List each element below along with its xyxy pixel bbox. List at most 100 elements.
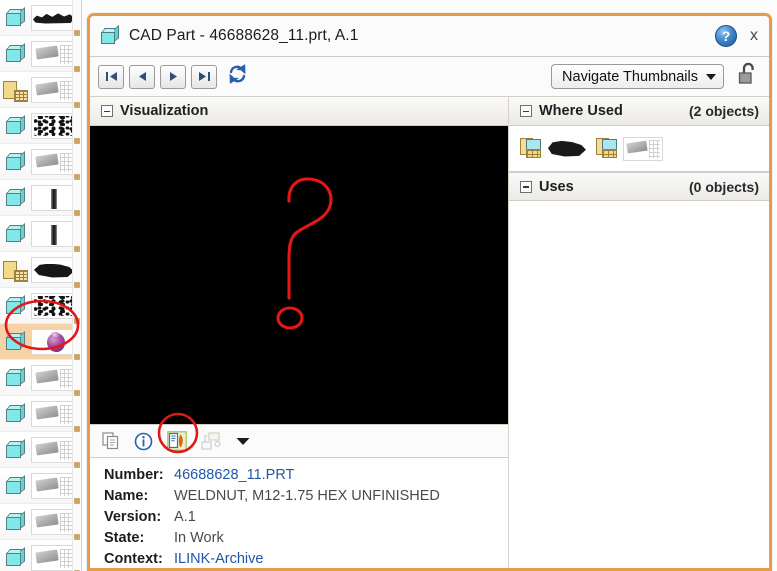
visualization-actions-toolbar	[90, 424, 508, 458]
navigate-thumbnails-select[interactable]: Navigate Thumbnails	[551, 64, 724, 89]
sidebar-row[interactable]	[0, 72, 81, 108]
question-mark-scribble-icon	[276, 177, 333, 330]
copy-pages-icon[interactable]	[102, 432, 120, 450]
where-used-title: Where Used	[539, 103, 623, 119]
detail-label: Context:	[104, 551, 163, 567]
collapse-minus-icon[interactable]	[520, 180, 532, 193]
sidebar-secondary-column	[72, 0, 81, 571]
sidebar-row[interactable]	[0, 180, 81, 216]
sidebar-column-marker	[74, 66, 80, 72]
where-used-item[interactable]	[596, 136, 663, 161]
cube-icon	[5, 222, 27, 244]
sidebar-row-thumbnail[interactable]	[31, 292, 75, 319]
sidebar-row[interactable]	[0, 504, 81, 540]
uses-title: Uses	[539, 178, 574, 195]
cube-icon	[5, 42, 27, 64]
sidebar-row-thumbnail[interactable]	[31, 76, 75, 103]
sidebar-row-thumbnail[interactable]	[31, 220, 75, 247]
sidebar-row-thumbnail[interactable]	[31, 256, 75, 283]
sidebar-row-thumbnail[interactable]	[31, 4, 75, 31]
next-record-button[interactable]	[160, 64, 186, 89]
sidebar-row[interactable]	[0, 216, 81, 252]
detail-label: State:	[104, 530, 145, 546]
sidebar-column-marker	[74, 30, 80, 36]
cube-icon	[5, 510, 27, 532]
uses-count: (0 objects)	[688, 178, 759, 195]
sidebar-row[interactable]	[0, 0, 81, 36]
sidebar-row[interactable]	[0, 396, 81, 432]
sidebar-column-marker	[74, 102, 80, 108]
structure-compare-icon[interactable]	[201, 431, 221, 451]
detail-row: Number: 46688628_11.PRT	[104, 467, 508, 488]
cube-icon	[5, 330, 27, 352]
detail-value: In Work	[174, 530, 224, 546]
visualization-canvas[interactable]	[90, 126, 508, 424]
sidebar-row[interactable]	[0, 324, 81, 360]
unlocked-padlock-icon[interactable]	[738, 62, 759, 91]
where-used-item[interactable]	[520, 137, 587, 161]
where-used-count: (2 objects)	[688, 103, 759, 119]
sidebar-row[interactable]	[0, 288, 81, 324]
sidebar-row[interactable]	[0, 540, 81, 571]
sidebar-row-thumbnail[interactable]	[31, 436, 75, 463]
sidebar-row[interactable]	[0, 108, 81, 144]
where-used-item-list[interactable]	[509, 126, 769, 172]
sidebar-row[interactable]	[0, 432, 81, 468]
cube-icon	[5, 474, 27, 496]
cube-icon	[5, 114, 27, 136]
help-icon[interactable]: ?	[715, 25, 737, 47]
cube-icon	[5, 402, 27, 424]
sidebar-row-thumbnail[interactable]	[31, 40, 75, 67]
sidebar-row-thumbnail[interactable]	[31, 544, 75, 571]
sidebar-row-list[interactable]	[0, 0, 81, 571]
sidebar-row[interactable]	[0, 360, 81, 396]
sidebar-row[interactable]	[0, 468, 81, 504]
sidebar-row-thumbnail[interactable]	[31, 364, 75, 391]
detail-value[interactable]: ILINK-Archive	[174, 551, 263, 567]
assembly-sheet-thumbnail[interactable]	[623, 136, 663, 161]
detail-value[interactable]: 46688628_11.PRT	[174, 467, 294, 483]
where-used-section-header: Where Used (2 objects)	[509, 97, 769, 126]
sidebar-row[interactable]	[0, 252, 81, 288]
navigate-thumbnails-label: Navigate Thumbnails	[562, 68, 698, 85]
sidebar-row[interactable]	[0, 144, 81, 180]
close-icon[interactable]: x	[750, 28, 758, 44]
navigation-toolbar: Navigate Thumbnails	[90, 57, 769, 97]
window-body: Visualization Number: 46688628_11.PRT Na…	[90, 97, 769, 568]
previous-record-button[interactable]	[129, 64, 155, 89]
detail-label: Version:	[104, 509, 162, 525]
chevron-down-icon[interactable]	[235, 436, 251, 446]
sidebar-row-thumbnail[interactable]	[31, 328, 75, 355]
sidebar-column-marker	[74, 210, 80, 216]
sidebar-row-thumbnail[interactable]	[31, 400, 75, 427]
sidebar-column-marker	[74, 426, 80, 432]
collapse-minus-icon[interactable]	[520, 105, 532, 117]
sidebar-row-thumbnail[interactable]	[31, 472, 75, 499]
cube-icon	[5, 438, 27, 460]
info-circle-icon[interactable]	[134, 432, 153, 451]
sidebar-column-marker	[74, 282, 80, 288]
chevron-down-icon	[706, 73, 716, 80]
refresh-icon[interactable]	[227, 64, 248, 89]
first-record-button[interactable]	[98, 64, 124, 89]
sidebar-row-thumbnail[interactable]	[31, 184, 75, 211]
cube-icon	[5, 6, 27, 28]
sidebar-row-thumbnail[interactable]	[31, 148, 75, 175]
sidebar-row-thumbnail[interactable]	[31, 508, 75, 535]
assembly-dark-thumbnail[interactable]	[547, 137, 587, 161]
thumbnail-sidebar[interactable]	[0, 0, 82, 571]
collapse-minus-icon[interactable]	[101, 105, 113, 117]
folder-icon	[3, 260, 28, 282]
sidebar-row[interactable]	[0, 36, 81, 72]
detail-value: WELDNUT, M12-1.75 HEX UNFINISHED	[174, 488, 440, 504]
sidebar-row-thumbnail[interactable]	[31, 112, 75, 139]
sidebar-column-marker	[74, 174, 80, 180]
assembly-folder-icon	[596, 138, 619, 159]
sidebar-column-marker	[74, 138, 80, 144]
uses-section-header: Uses (0 objects)	[509, 172, 769, 201]
relations-pane: Where Used (2 objects) Uses (0 objects)	[509, 97, 769, 568]
uses-item-list[interactable]	[509, 201, 769, 568]
cube-icon	[5, 546, 27, 568]
last-record-button[interactable]	[191, 64, 217, 89]
open-visualization-icon[interactable]	[167, 431, 187, 451]
